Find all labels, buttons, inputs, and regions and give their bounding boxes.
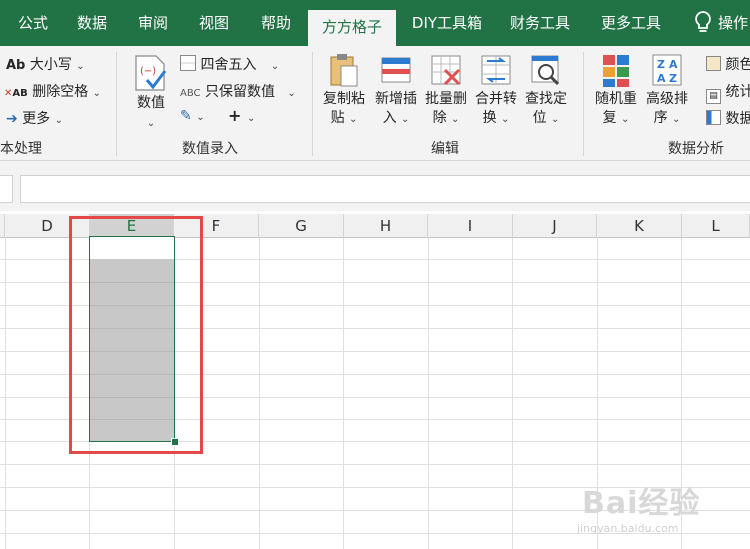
find-icon [531,55,560,86]
color-button[interactable]: 颜色 [706,54,750,74]
text-group-label: 本处理 [0,141,42,157]
chevron-down-icon: ⌄ [349,114,358,125]
formula-input[interactable] [20,175,750,203]
gridline [259,238,260,549]
column-header-h[interactable]: H [344,214,428,238]
copy-paste-button[interactable]: 复制粘 贴 ⌄ [320,52,368,129]
column-header-j[interactable]: J [513,214,597,238]
tab-finance-tools[interactable]: 财务工具 [501,8,579,38]
case-button[interactable]: Ab 大小写 ⌄ [6,54,85,74]
chevron-down-icon: ⌄ [146,118,156,129]
chevron-down-icon: ⌄ [76,61,85,72]
more-button[interactable]: ➔ 更多 ⌄ [6,108,63,128]
plus-icon: + [228,106,242,125]
gridline [343,238,344,549]
data-button[interactable]: 数据 [706,108,750,128]
group-separator [116,52,117,156]
gridline [428,238,429,549]
data-table-icon [706,110,721,125]
random-duplicate-button[interactable]: 随机重 复 ⌄ [592,52,640,129]
chevron-down-icon: ⌄ [270,61,280,72]
watermark-logo: Bai经验 [582,486,701,521]
gridline [512,238,513,549]
svg-text:Z: Z [669,72,677,85]
color-grid-icon [706,56,721,71]
svg-text:A: A [669,58,678,71]
arrow-right-icon: ➔ [6,111,18,127]
sort-az-icon: Z A A Z [652,54,682,86]
stats-icon: ▤ [706,89,721,104]
ribbon-tab-bar: 公式 数据 审阅 视图 帮助 方方格子 DIY工具箱 财务工具 更多工具 操作 [0,0,750,46]
tab-review[interactable]: 审阅 [128,8,178,38]
tab-data[interactable]: 数据 [67,8,117,38]
lightbulb-icon[interactable] [690,10,716,36]
column-header-e[interactable]: E [90,214,174,238]
chevron-down-icon: ⌄ [621,114,630,125]
chevron-down-icon: ⌄ [551,114,560,125]
tab-formulas[interactable]: 公式 [8,8,58,38]
tab-more-tools[interactable]: 更多工具 [592,8,670,38]
edit-group-label: 编辑 [431,141,459,157]
round-button[interactable]: 四舍五入 ⌄ [180,54,279,74]
batch-delete-button[interactable]: 批量删 除 ⌄ [422,52,470,129]
svg-text:Z: Z [657,58,665,71]
ab-case-icon: Ab [6,58,26,73]
stats-button[interactable]: ▤ 统计 [706,81,750,104]
tab-diy-toolbox[interactable]: DIY工具箱 [404,8,490,38]
column-header-i[interactable]: I [428,214,513,238]
abc-icon: ABC [180,88,201,99]
add-button[interactable]: + ⌄ [228,106,255,125]
value-icon: (−) [135,55,167,91]
tab-help[interactable]: 帮助 [251,8,301,38]
chevron-down-icon: ⌄ [451,114,460,125]
chevron-down-icon: ⌄ [92,88,102,99]
tab-view[interactable]: 视图 [189,8,239,38]
merge-convert-icon [481,55,511,85]
chevron-down-icon: ⌄ [401,114,410,125]
column-header-k[interactable]: K [597,214,682,238]
name-box[interactable] [0,175,13,203]
tab-tell-me[interactable]: 操作 [718,8,750,38]
find-locate-button[interactable]: 查找定 位 ⌄ [522,52,570,129]
watermark-url: jingyan.baidu.com [577,522,679,535]
number-group-label: 数值录入 [182,141,238,157]
value-button[interactable]: (−) 数值 ⌄ [128,54,174,133]
chevron-down-icon: ⌄ [672,114,681,125]
batch-delete-icon [431,55,461,86]
tab-fangfang[interactable]: 方方格子 [308,10,396,46]
chevron-down-icon: ⌄ [246,113,256,124]
insert-rows-icon [381,57,411,83]
column-header-f[interactable]: F [174,214,259,238]
formula-bar-area [0,161,750,211]
chevron-down-icon: ⌄ [196,112,205,123]
column-header-d[interactable]: D [5,214,90,238]
chevron-down-icon: ⌄ [54,115,64,126]
svg-text:A: A [657,72,666,85]
chevron-down-icon: ⌄ [287,88,296,99]
chevron-down-icon: ⌄ [501,114,510,125]
selection-border [89,236,175,442]
keep-value-button[interactable]: ABC 只保留数值 ⌄ [180,81,296,101]
delete-space-button[interactable]: ✕AB 删除空格 ⌄ [4,81,101,101]
analysis-group-label: 数据分析 [668,141,724,157]
column-header-g[interactable]: G [259,214,344,238]
ribbon-panel: Ab 大小写 ⌄ ✕AB 删除空格 ⌄ ➔ 更多 ⌄ 本处理 (−) 数值 ⌄ … [0,46,750,161]
ab-delete-icon: ✕AB [4,88,28,99]
merge-convert-button[interactable]: 合并转 换 ⌄ [472,52,520,129]
round-grid-icon [180,55,196,71]
svg-text:(−): (−) [140,66,156,77]
group-separator [312,52,313,156]
column-header-l[interactable]: L [682,214,750,238]
gridline [0,464,750,465]
gridline [5,238,6,549]
random-blocks-icon [603,55,629,87]
pencil-icon: ✎ [180,108,192,124]
clipboard-icon [330,54,358,87]
group-separator [583,52,584,156]
edit-cell-button[interactable]: ✎ ⌄ [180,108,205,124]
fill-handle[interactable] [171,438,179,446]
new-insert-button[interactable]: 新增插 入 ⌄ [372,52,420,129]
advanced-sort-button[interactable]: Z A A Z 高级排 序 ⌄ [643,52,691,129]
